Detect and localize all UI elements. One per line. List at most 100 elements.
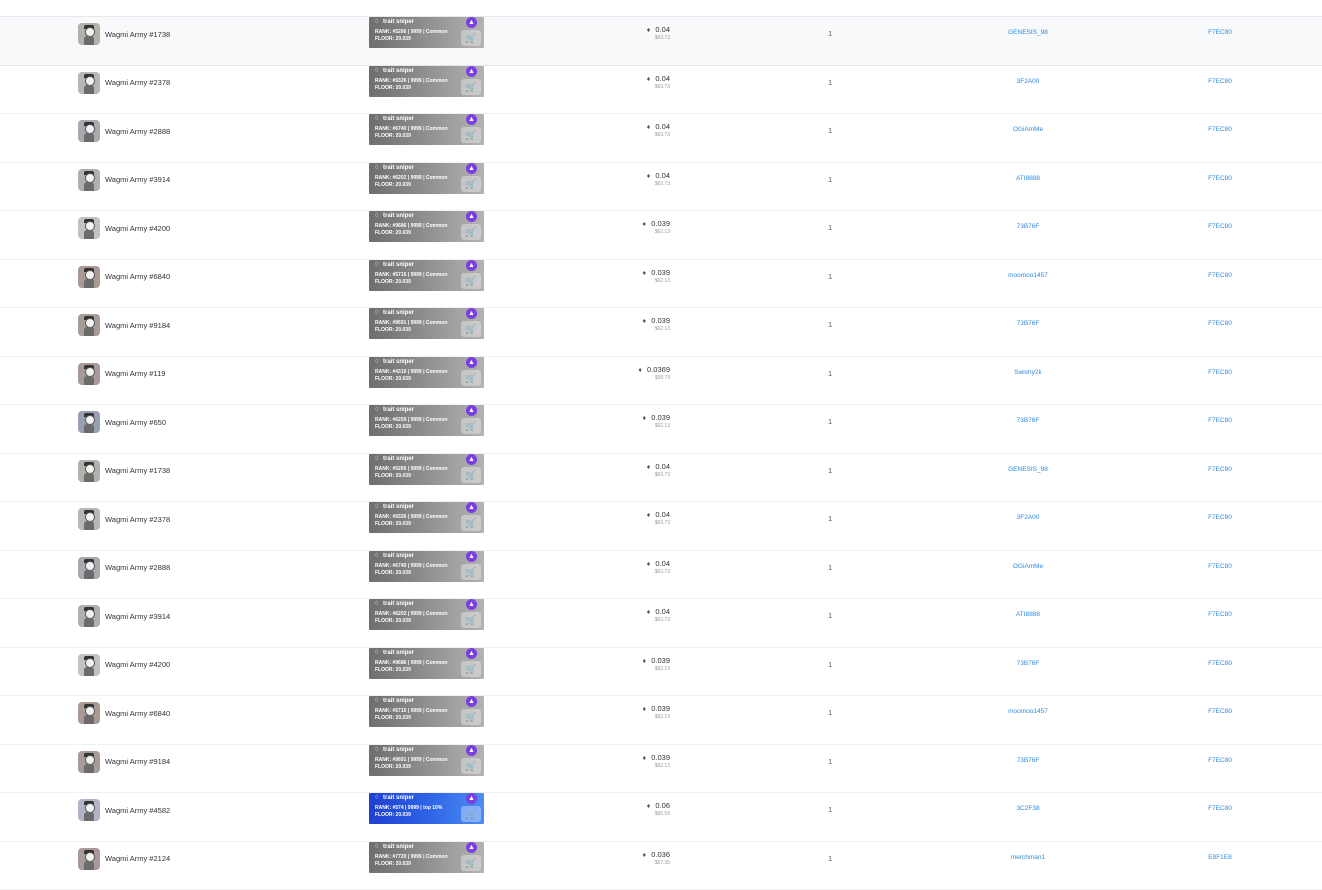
trait-sniper-logo-icon[interactable]: ▲ (466, 551, 477, 562)
nft-thumbnail[interactable] (78, 751, 100, 773)
nft-thumbnail[interactable] (78, 605, 100, 627)
trait-sniper-logo-icon[interactable]: ▲ (466, 405, 477, 416)
from-address-link[interactable]: OGiAmMe (953, 563, 1103, 570)
item-name[interactable]: Wagmi Army #2888 (105, 563, 170, 572)
table-row[interactable]: Wagmi Army #4200 ♢ trait sniper RANK: #9… (0, 211, 1322, 260)
table-row[interactable]: Wagmi Army #4200 ♢ trait sniper RANK: #9… (0, 648, 1322, 697)
item-cell[interactable]: Wagmi Army #2378 (78, 508, 170, 530)
from-address-link[interactable]: 3C2F38 (953, 805, 1103, 812)
item-cell[interactable]: Wagmi Army #650 (78, 411, 166, 433)
nft-thumbnail[interactable] (78, 314, 100, 336)
cart-icon[interactable]: 🛒 (461, 30, 481, 46)
from-address-link[interactable]: 73B76F (953, 223, 1103, 230)
from-address-link[interactable]: 73B76F (953, 757, 1103, 764)
to-address-link[interactable]: F7EC80 (1170, 369, 1270, 376)
item-cell[interactable]: Wagmi Army #2888 (78, 557, 170, 579)
cart-icon[interactable]: 🛒 (461, 321, 481, 337)
trait-sniper-logo-icon[interactable]: ▲ (466, 308, 477, 319)
nft-thumbnail[interactable] (78, 411, 100, 433)
trait-sniper-banner[interactable]: ♢ trait sniper RANK: #5266 | 9999 | Comm… (369, 17, 484, 48)
trait-sniper-banner[interactable]: ♢ trait sniper RANK: #9691 | 9999 | Comm… (369, 745, 484, 776)
item-name[interactable]: Wagmi Army #3914 (105, 175, 170, 184)
trait-sniper-banner[interactable]: ♢ trait sniper RANK: #9686 | 9999 | Comm… (369, 648, 484, 679)
table-row[interactable]: Wagmi Army #2888 ♢ trait sniper RANK: #6… (0, 551, 1322, 600)
item-cell[interactable]: Wagmi Army #2378 (78, 72, 170, 94)
item-name[interactable]: Wagmi Army #4200 (105, 224, 170, 233)
table-row[interactable]: Wagmi Army #650 ♢ trait sniper RANK: #62… (0, 405, 1322, 454)
nft-thumbnail[interactable] (78, 217, 100, 239)
from-address-link[interactable]: OGiAmMe (953, 126, 1103, 133)
cart-icon[interactable]: 🛒 (461, 564, 481, 580)
trait-sniper-logo-icon[interactable]: ▲ (466, 66, 477, 77)
trait-sniper-logo-icon[interactable]: ▲ (466, 163, 477, 174)
item-name[interactable]: Wagmi Army #1738 (105, 30, 170, 39)
to-address-link[interactable]: F7EC80 (1170, 805, 1270, 812)
nft-thumbnail[interactable] (78, 508, 100, 530)
cart-icon[interactable]: 🛒 (461, 709, 481, 725)
trait-sniper-banner[interactable]: ♢ trait sniper RANK: #4310 | 9999 | Comm… (369, 357, 484, 388)
table-row[interactable]: Wagmi Army #2888 ♢ trait sniper RANK: #6… (0, 114, 1322, 163)
item-name[interactable]: Wagmi Army #119 (105, 369, 165, 378)
trait-sniper-logo-icon[interactable]: ▲ (466, 454, 477, 465)
table-row[interactable]: Wagmi Army #6840 ♢ trait sniper RANK: #5… (0, 696, 1322, 745)
to-address-link[interactable]: F7EC80 (1170, 708, 1270, 715)
cart-icon[interactable]: 🛒 (461, 79, 481, 95)
from-address-link[interactable]: GENESIS_98 (953, 29, 1103, 36)
item-cell[interactable]: Wagmi Army #9184 (78, 314, 170, 336)
to-address-link[interactable]: F7EC80 (1170, 466, 1270, 473)
nft-thumbnail[interactable] (78, 169, 100, 191)
nft-thumbnail[interactable] (78, 654, 100, 676)
item-cell[interactable]: Wagmi Army #2888 (78, 120, 170, 142)
to-address-link[interactable]: F7EC80 (1170, 563, 1270, 570)
to-address-link[interactable]: F7EC80 (1170, 514, 1270, 521)
nft-thumbnail[interactable] (78, 848, 100, 870)
table-row[interactable]: Wagmi Army #3914 ♢ trait sniper RANK: #6… (0, 163, 1322, 212)
nft-thumbnail[interactable] (78, 799, 100, 821)
item-name[interactable]: Wagmi Army #1738 (105, 466, 170, 475)
cart-icon[interactable]: 🛒 (461, 515, 481, 531)
trait-sniper-logo-icon[interactable]: ▲ (466, 842, 477, 853)
nft-thumbnail[interactable] (78, 363, 100, 385)
from-address-link[interactable]: GENESIS_98 (953, 466, 1103, 473)
to-address-link[interactable]: F7EC80 (1170, 29, 1270, 36)
table-row[interactable]: Wagmi Army #9184 ♢ trait sniper RANK: #9… (0, 745, 1322, 794)
trait-sniper-banner[interactable]: ♢ trait sniper RANK: #9691 | 9999 | Comm… (369, 308, 484, 339)
trait-sniper-banner[interactable]: ♢ trait sniper RANK: #9326 | 9999 | Comm… (369, 502, 484, 533)
trait-sniper-banner[interactable]: ♢ trait sniper RANK: #6740 | 9999 | Comm… (369, 551, 484, 582)
trait-sniper-banner[interactable]: ♢ trait sniper RANK: #5266 | 9999 | Comm… (369, 454, 484, 485)
from-address-link[interactable]: 3F2A00 (953, 78, 1103, 85)
item-cell[interactable]: Wagmi Army #1738 (78, 23, 170, 45)
item-name[interactable]: Wagmi Army #2378 (105, 515, 170, 524)
to-address-link[interactable]: F7EC80 (1170, 611, 1270, 618)
item-cell[interactable]: Wagmi Army #4582 (78, 799, 170, 821)
nft-thumbnail[interactable] (78, 266, 100, 288)
to-address-link[interactable]: F7EC80 (1170, 78, 1270, 85)
trait-sniper-banner[interactable]: ♢ trait sniper RANK: #6259 | 9999 | Comm… (369, 405, 484, 436)
nft-thumbnail[interactable] (78, 72, 100, 94)
item-cell[interactable]: Wagmi Army #9184 (78, 751, 170, 773)
from-address-link[interactable]: 73B76F (953, 660, 1103, 667)
cart-icon[interactable]: 🛒 (461, 467, 481, 483)
item-name[interactable]: Wagmi Army #9184 (105, 321, 170, 330)
trait-sniper-banner[interactable]: ♢ trait sniper RANK: #6202 | 9999 | Comm… (369, 599, 484, 630)
cart-icon[interactable]: 🛒 (461, 273, 481, 289)
to-address-link[interactable]: F7EC80 (1170, 320, 1270, 327)
to-address-link[interactable]: F7EC80 (1170, 175, 1270, 182)
from-address-link[interactable]: 73B76F (953, 320, 1103, 327)
item-cell[interactable]: Wagmi Army #119 (78, 363, 165, 385)
item-cell[interactable]: Wagmi Army #1738 (78, 460, 170, 482)
item-name[interactable]: Wagmi Army #2124 (105, 854, 170, 863)
trait-sniper-banner[interactable]: ♢ trait sniper RANK: #6202 | 9999 | Comm… (369, 163, 484, 194)
item-name[interactable]: Wagmi Army #6840 (105, 272, 170, 281)
to-address-link[interactable]: F7EC80 (1170, 223, 1270, 230)
cart-icon[interactable]: 🛒 (461, 855, 481, 871)
table-row[interactable]: Wagmi Army #4582 ♢ trait sniper RANK: #5… (0, 793, 1322, 842)
trait-sniper-logo-icon[interactable]: ▲ (466, 211, 477, 222)
item-cell[interactable]: Wagmi Army #3914 (78, 605, 170, 627)
trait-sniper-logo-icon[interactable]: ▲ (466, 502, 477, 513)
cart-icon[interactable]: 🛒 (461, 127, 481, 143)
trait-sniper-banner[interactable]: ♢ trait sniper RANK: #574 | 9999 | top 1… (369, 793, 484, 824)
trait-sniper-logo-icon[interactable]: ▲ (466, 357, 477, 368)
nft-thumbnail[interactable] (78, 702, 100, 724)
item-name[interactable]: Wagmi Army #9184 (105, 757, 170, 766)
